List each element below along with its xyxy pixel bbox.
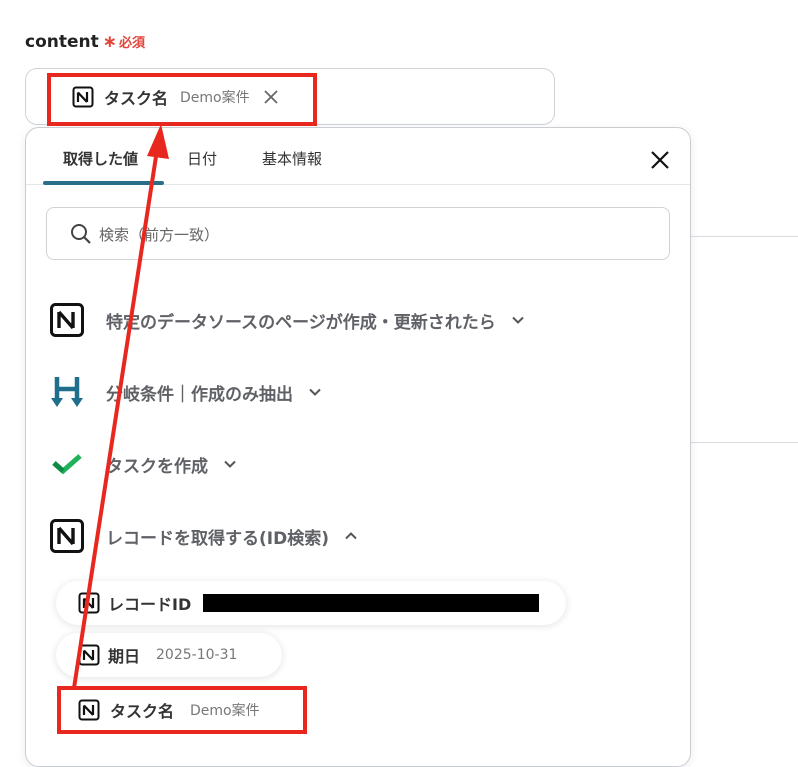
section-create-task[interactable]: タスクを作成 — [48, 445, 238, 483]
section-label: レコードを取得する(ID検索) — [106, 528, 329, 549]
tab-date[interactable]: 日付 — [187, 148, 217, 169]
highlight-box — [57, 686, 307, 734]
notion-icon — [50, 519, 84, 553]
chevron-down-icon — [512, 316, 524, 324]
check-app-icon — [52, 454, 82, 475]
divider — [690, 442, 798, 443]
required-mark: ∗ — [102, 32, 117, 52]
item-value: 2025-10-31 — [156, 647, 238, 663]
active-tab-indicator — [43, 181, 164, 185]
item-label: 期日 — [108, 647, 141, 666]
section-label: 特定のデータソースのページが作成・更新されたら — [106, 312, 496, 333]
field-label: content ∗ 必須 — [25, 32, 145, 52]
section-notion-trigger[interactable]: 特定のデータソースのページが作成・更新されたら — [48, 301, 526, 339]
required-text: 必須 — [119, 36, 146, 51]
search-icon — [71, 224, 91, 244]
field-name: content — [25, 32, 99, 52]
item-label: レコードID — [108, 595, 192, 614]
highlight-box — [47, 73, 317, 126]
notion-icon — [50, 303, 84, 337]
search-input[interactable] — [97, 220, 641, 250]
section-get-record[interactable]: レコードを取得する(ID検索) — [48, 517, 359, 555]
notion-icon — [78, 592, 100, 614]
close-icon[interactable] — [649, 149, 671, 171]
notion-icon — [78, 644, 100, 666]
tab-acquired-values[interactable]: 取得した値 — [63, 148, 138, 169]
list-item[interactable]: レコードID — [56, 581, 566, 625]
section-label: 分岐条件｜作成のみ抽出 — [106, 384, 293, 405]
chevron-up-icon — [345, 532, 357, 540]
section-label: タスクを作成 — [106, 456, 208, 477]
section-branch[interactable]: 分岐条件｜作成のみ抽出 — [48, 373, 323, 411]
yoom-branch-icon — [51, 377, 83, 407]
divider — [690, 236, 798, 237]
redacted-value — [203, 594, 540, 612]
tab-basic-info[interactable]: 基本情報 — [262, 148, 322, 169]
chevron-down-icon — [309, 388, 321, 396]
chevron-down-icon — [224, 460, 236, 468]
list-item[interactable]: 期日 Demo案件 2025-10-31 — [56, 633, 282, 677]
